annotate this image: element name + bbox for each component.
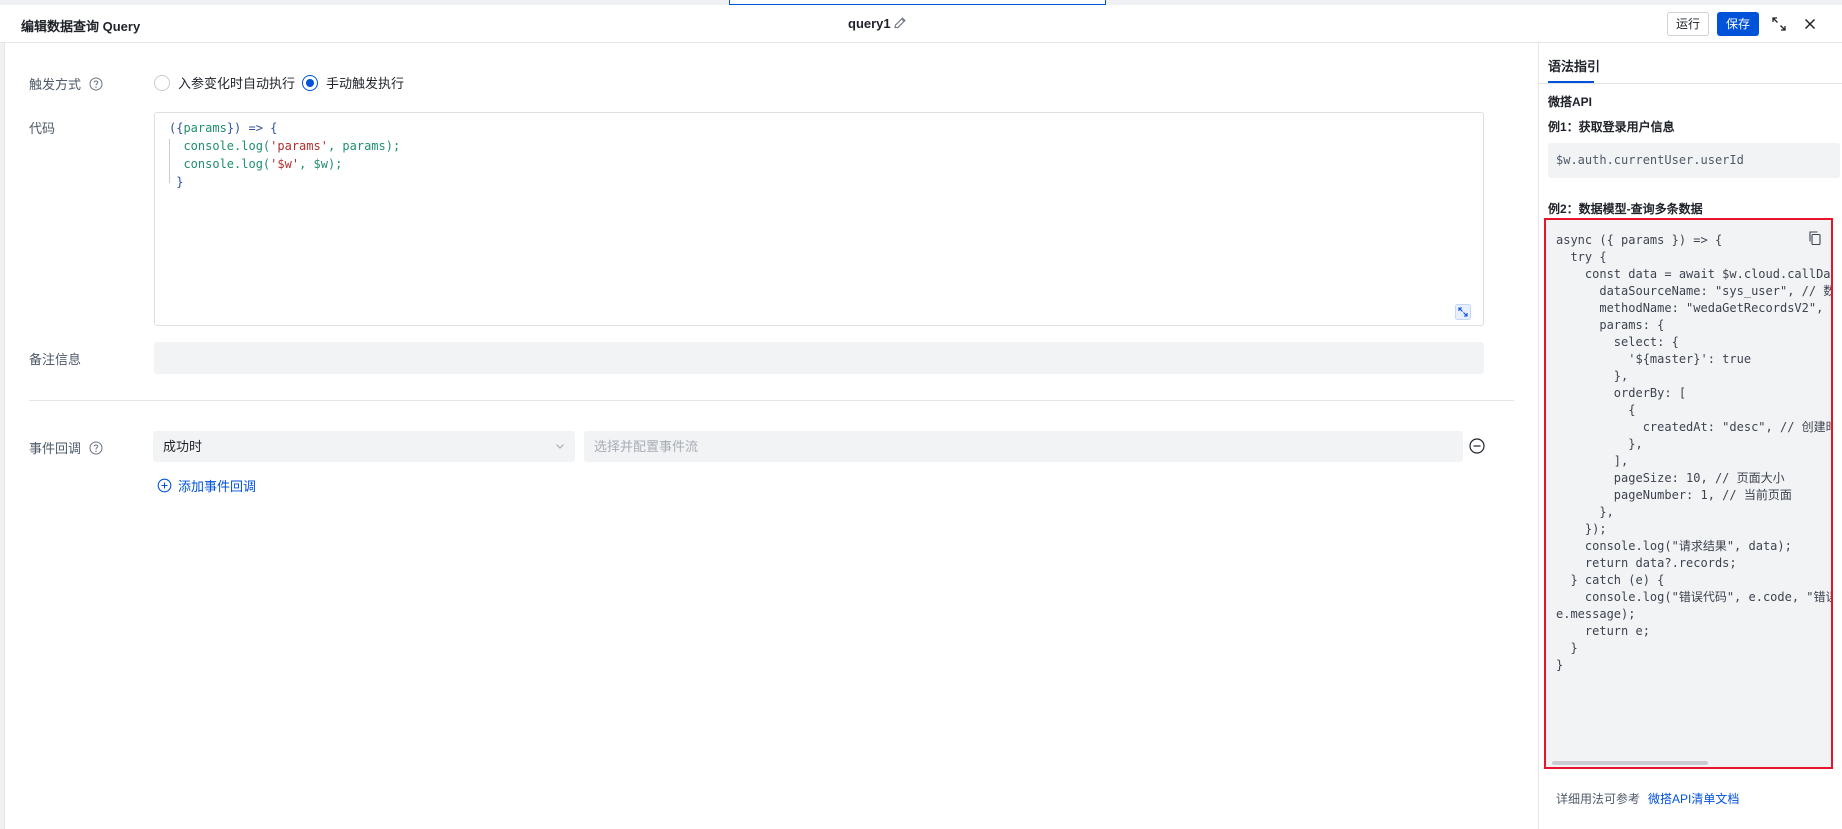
guide-footer: 详细用法可参考 微搭API清单文档 [1556,790,1739,807]
run-button[interactable]: 运行 [1667,12,1709,36]
trigger-label: 触发方式 [29,77,82,92]
plus-circle-icon [157,478,172,493]
syntax-guide-panel: 语法指引 微搭API 例1：获取登录用户信息 $w.auth.currentUs… [1538,43,1842,829]
code-editor[interactable]: ({params}) => { console.log('params', pa… [154,112,1484,326]
example2-code: async ({ params }) => { try { const data… [1546,220,1831,767]
radio-auto-execute[interactable]: 入参变化时自动执行 [154,73,295,92]
horizontal-scrollbar[interactable] [1552,761,1708,765]
add-callback-label: 添加事件回调 [178,479,257,494]
tab-divider [1539,83,1842,84]
code-line-2: console.log('params', params); [183,139,401,153]
pencil-icon[interactable] [892,15,908,31]
code-label: 代码 [29,121,56,136]
radio-circle-selected[interactable] [302,74,318,91]
help-icon[interactable] [89,77,103,91]
tab-syntax-guide[interactable]: 语法指引 [1548,56,1600,75]
footer-text: 详细用法可参考 [1556,792,1641,806]
section-divider [29,400,1514,401]
event-flow-select[interactable]: 选择并配置事件流 [584,431,1463,462]
callback-timing-select[interactable]: 成功时 [153,431,575,462]
api-docs-link[interactable]: 微搭API清单文档 [1648,792,1739,806]
example1-title: 例1：获取登录用户信息 [1548,120,1675,134]
section-title: 微搭API [1548,95,1593,109]
dialog-title: 编辑数据查询 Query [21,19,141,34]
callback-label-row: 事件回调 [29,438,103,457]
callback-label: 事件回调 [29,441,82,456]
radio-label: 手动触发执行 [326,76,405,91]
help-icon[interactable] [89,441,103,455]
trigger-label-row: 触发方式 [29,74,103,93]
chevron-down-icon [556,444,564,449]
close-icon[interactable] [1801,15,1819,33]
radio-manual-execute[interactable]: 手动触发执行 [302,73,404,92]
save-button[interactable]: 保存 [1717,12,1759,36]
example1-code: $w.auth.currentUser.userId [1548,143,1840,178]
code-line-1: ({params}) => { [169,121,278,135]
example2-code-block[interactable]: async ({ params }) => { try { const data… [1544,218,1833,769]
radio-label: 入参变化时自动执行 [178,76,296,91]
expand-editor-icon[interactable] [1455,304,1471,320]
editor-header: 编辑数据查询 Query query1 运行 保存 [0,5,1842,43]
example2-code-line: } [1556,658,1564,672]
note-input[interactable] [154,342,1484,374]
code-line-4: } [176,175,184,189]
copy-icon[interactable] [1807,230,1823,246]
add-callback-button[interactable]: 添加事件回调 [157,476,256,495]
query-name[interactable]: query1 [848,16,891,31]
select-value: 成功时 [163,439,203,454]
left-edge-strip [0,43,5,829]
example2-title: 例2：数据模型-查询多条数据 [1548,202,1703,216]
fullscreen-icon[interactable] [1770,15,1788,33]
note-label: 备注信息 [29,352,82,367]
query-editor-page: 编辑数据查询 Query query1 运行 保存 触发方式 入参变化时自动执行… [0,0,1842,829]
remove-callback-icon[interactable] [1468,437,1486,455]
radio-circle[interactable] [154,74,170,91]
code-line-3: console.log('$w', $w); [183,157,343,171]
